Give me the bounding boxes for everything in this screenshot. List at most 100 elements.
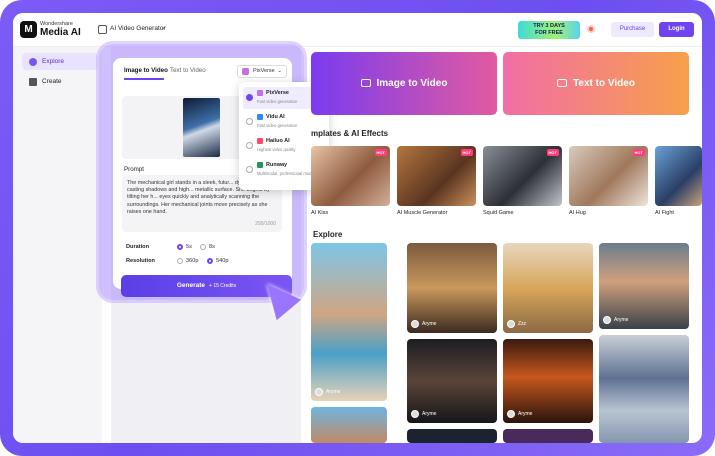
- chevron-down-icon[interactable]: ⌄: [161, 23, 167, 31]
- vidu-icon: [257, 114, 263, 120]
- top-bar: M Wondershare Media AI AI Video Generato…: [13, 13, 702, 47]
- explore-card[interactable]: Aryme: [407, 243, 497, 333]
- option-name: Hailuo AI: [266, 138, 290, 144]
- duration-option-5s[interactable]: 5s: [177, 244, 192, 250]
- hot-badge: HOT: [546, 149, 559, 156]
- app-window: M Wondershare Media AI AI Video Generato…: [13, 13, 702, 443]
- template-card-ai-fight[interactable]: [655, 146, 702, 206]
- template-caption: AI Kiss: [311, 210, 329, 216]
- radio-icon: [246, 142, 253, 149]
- templates-heading: mplates & AI Effects: [311, 129, 389, 138]
- prompt-label: Prompt: [124, 166, 144, 173]
- radio-icon: [207, 258, 213, 264]
- resolution-option-360p[interactable]: 360p: [177, 258, 198, 264]
- username: Aryme: [422, 321, 437, 327]
- duration-label: Duration: [126, 244, 149, 250]
- video-icon: [360, 79, 371, 87]
- avatar: [507, 410, 515, 418]
- text-to-video-button[interactable]: Text to Video: [503, 52, 689, 115]
- sidebar-item-label: Create: [42, 78, 62, 85]
- hot-badge: HOT: [374, 149, 387, 156]
- brand-product: Media AI: [40, 27, 81, 38]
- active-tab-indicator: [124, 78, 164, 80]
- uploaded-image: [183, 98, 220, 157]
- option-label: 540p: [216, 258, 229, 264]
- compass-icon: [29, 58, 37, 66]
- char-count: 299/1000: [255, 220, 276, 227]
- explore-card[interactable]: [407, 429, 497, 443]
- hot-badge: HOT: [460, 149, 473, 156]
- username: Aryme: [422, 411, 437, 417]
- explore-card[interactable]: Aryme: [503, 339, 593, 423]
- button-label: Image to Video: [376, 78, 448, 89]
- pixverse-icon: [242, 68, 249, 75]
- resolution-label: Resolution: [126, 258, 155, 264]
- hot-badge: HOT: [632, 149, 645, 156]
- avatar: [603, 316, 611, 324]
- radio-icon: [200, 244, 206, 250]
- tool-grid-icon: [98, 25, 107, 34]
- option-name: Runway: [266, 162, 288, 168]
- video-icon: [557, 79, 568, 87]
- model-select[interactable]: PixVerse ⌄: [237, 65, 287, 78]
- username: Aryme: [326, 389, 341, 395]
- explore-card[interactable]: [599, 335, 689, 443]
- option-label: 8s: [209, 244, 215, 250]
- avatar: [411, 410, 419, 418]
- purchase-button[interactable]: Purchase: [611, 22, 654, 37]
- pixverse-icon: [257, 90, 263, 96]
- radio-icon: [246, 166, 253, 173]
- username: Aryme: [614, 317, 629, 323]
- model-select-value: PixVerse: [253, 68, 275, 74]
- template-card-squid-game[interactable]: HOT: [483, 146, 562, 206]
- radio-icon: [177, 244, 183, 250]
- runway-icon: [257, 162, 263, 168]
- sidebar-item-create[interactable]: Create: [22, 73, 98, 90]
- promo-line-2: FOR FREE: [535, 30, 563, 36]
- template-caption: AI Fight: [655, 210, 674, 216]
- username: Zzz: [518, 321, 527, 327]
- resolution-option-540p[interactable]: 540p: [207, 258, 228, 264]
- tab-text-to-video[interactable]: Text to Video: [170, 67, 206, 74]
- option-name: Vidu AI: [266, 114, 285, 120]
- tab-image-to-video[interactable]: Image to Video: [124, 67, 168, 74]
- template-card-ai-muscle[interactable]: HOT: [397, 146, 476, 206]
- login-button[interactable]: Login: [659, 22, 694, 37]
- explore-card[interactable]: Zzz: [503, 243, 593, 333]
- explore-heading: Explore: [313, 230, 343, 239]
- checked-icon: [246, 94, 253, 101]
- option-desc: Fast video generation: [257, 123, 298, 128]
- template-card-ai-hug[interactable]: HOT: [569, 146, 648, 206]
- app-frame: M Wondershare Media AI AI Video Generato…: [0, 0, 715, 456]
- tool-switcher[interactable]: AI Video Generator: [110, 25, 166, 32]
- explore-card[interactable]: Aryme: [599, 243, 689, 329]
- template-caption: AI Hug: [569, 210, 586, 216]
- explore-card[interactable]: Aryme: [407, 339, 497, 423]
- sidebar-item-explore[interactable]: Explore: [22, 53, 98, 70]
- explore-card[interactable]: [311, 407, 387, 443]
- sidebar-item-label: Explore: [42, 58, 65, 65]
- button-label: Text to Video: [573, 78, 635, 89]
- avatar: [507, 320, 515, 328]
- generate-label: Generate: [176, 282, 206, 289]
- sidebar: Explore Create: [13, 47, 102, 443]
- explore-card[interactable]: [503, 429, 593, 443]
- option-name: PixVerse: [266, 90, 289, 96]
- promo-line-1: TRY 3 DAYS: [533, 23, 565, 29]
- explore-card[interactable]: Aryme: [311, 243, 387, 401]
- avatar: [315, 388, 323, 396]
- gift-icon[interactable]: [587, 25, 595, 33]
- option-label: 5s: [186, 244, 192, 250]
- template-card-ai-kiss[interactable]: HOT: [311, 146, 390, 206]
- image-to-video-button[interactable]: Image to Video: [311, 52, 497, 115]
- template-caption: AI Muscle Generator: [397, 210, 448, 216]
- free-trial-banner[interactable]: TRY 3 DAYS FOR FREE: [518, 21, 580, 39]
- option-label: 360p: [186, 258, 199, 264]
- logo-icon: M: [20, 21, 37, 38]
- sparkle-icon: [29, 78, 37, 86]
- duration-option-8s[interactable]: 8s: [200, 244, 215, 250]
- username: Aryme: [518, 411, 533, 417]
- hailuo-icon: [257, 138, 263, 144]
- chevron-down-icon: ⌄: [277, 68, 282, 74]
- radio-icon: [246, 118, 253, 125]
